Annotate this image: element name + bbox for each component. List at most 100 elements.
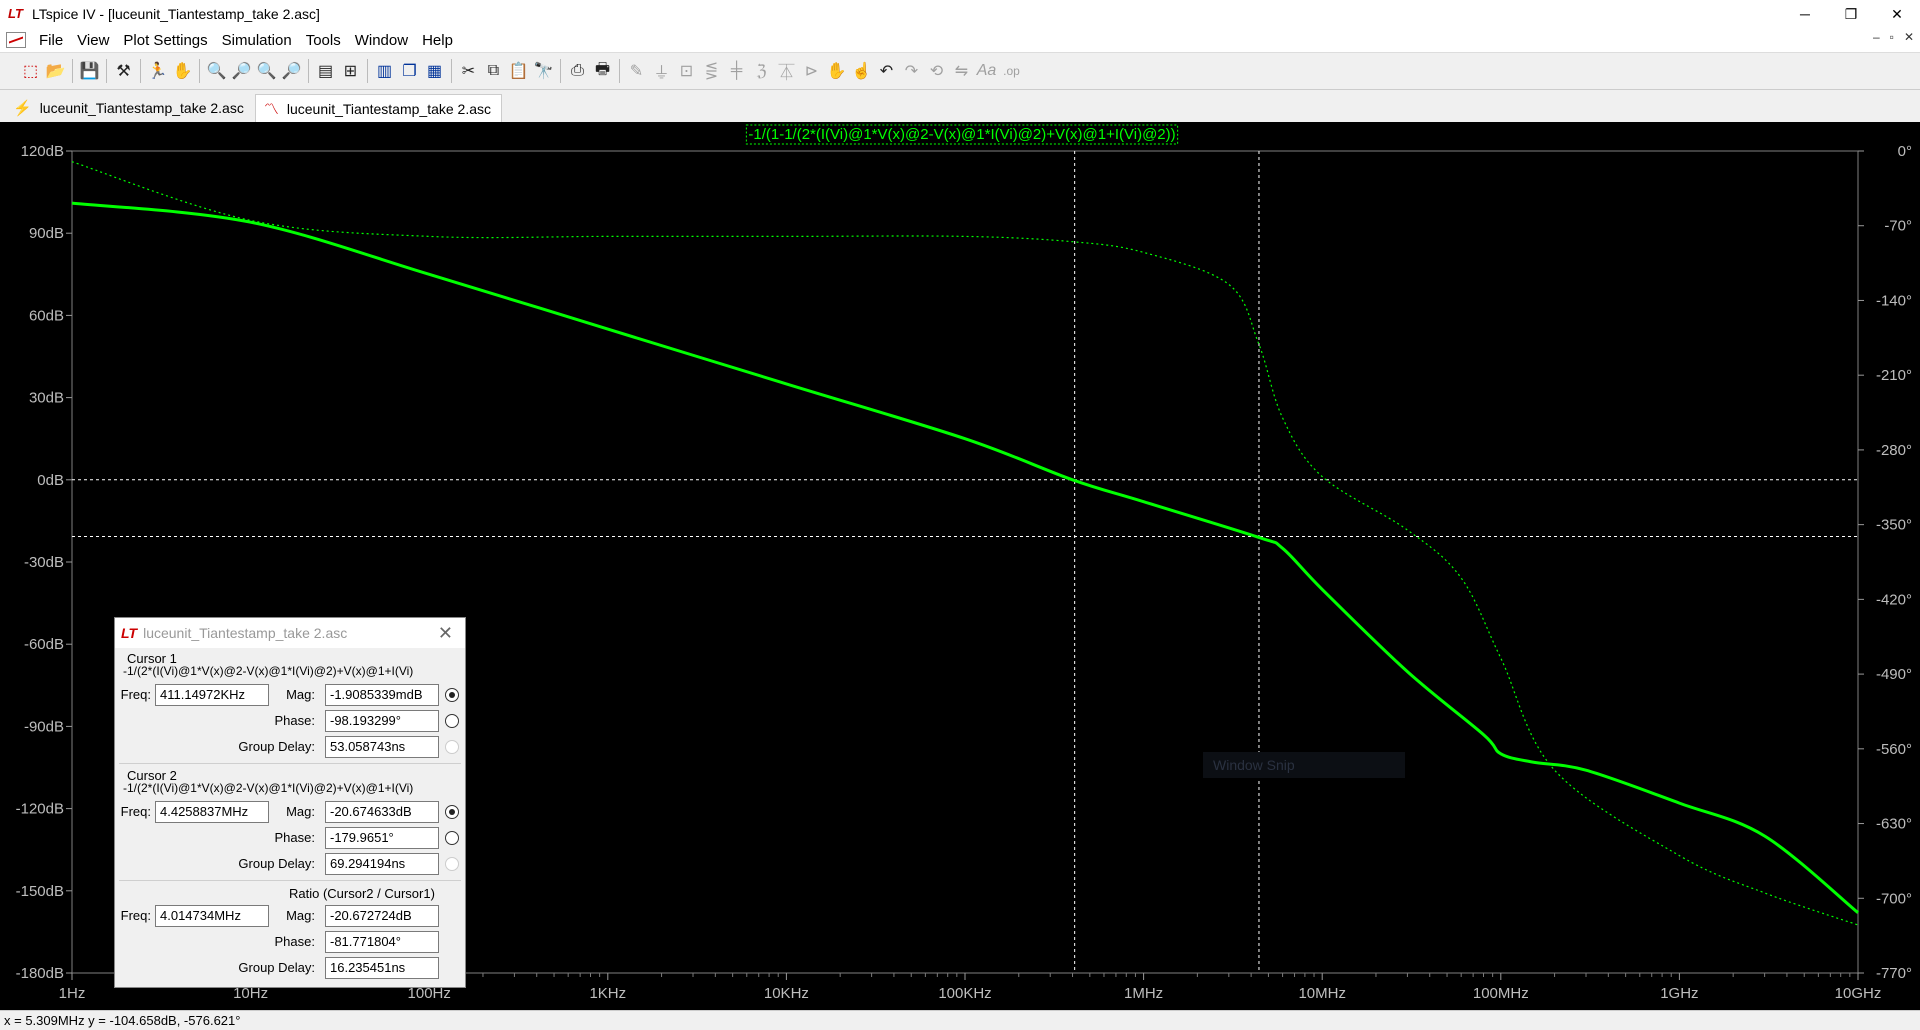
left-axis-tick-label: 60dB [29, 307, 64, 324]
ratio-gd-field[interactable]: 16.235451ns [325, 957, 439, 979]
cursor-window-titlebar[interactable]: LT luceunit_Tiantestamp_take 2.asc [115, 618, 465, 648]
menu-file[interactable]: File [32, 32, 70, 49]
mark-unreferenced-icon[interactable]: ⊞ [338, 59, 363, 84]
label-net-icon[interactable]: ⊡ [674, 59, 699, 84]
diode-icon[interactable]: ⏄ [774, 59, 799, 84]
close-icon[interactable]: ✕ [438, 623, 453, 644]
component-icon[interactable]: ⊳ [799, 59, 824, 84]
toolbar: ⬚ 📂 💾 ⚒ 🏃 ✋ 🔍 🔎 🔍 🔎 ▤ ⊞ ▥ ❐ ▦ ✂ ⧉ 📋 🔭 ⎙ … [0, 52, 1920, 90]
new-schematic-icon[interactable]: ⬚ [18, 59, 43, 84]
tab-waveform[interactable]: 〽 luceunit_Tiantestamp_take 2.asc [254, 94, 503, 122]
cursor2-freq-label: Freq: [120, 804, 151, 819]
left-axis-tick-label: -60dB [24, 636, 64, 653]
ground-icon[interactable]: ⏚ [649, 59, 674, 84]
trace-label[interactable]: -1/(1-1/(2*(I(Vi)@1*V(x)@2-V(x)@1*I(Vi)@… [748, 126, 1175, 143]
maximize-button[interactable]: ❐ [1828, 0, 1874, 28]
open-icon[interactable]: 📂 [43, 59, 68, 84]
menu-tools[interactable]: Tools [299, 32, 348, 49]
left-axis-tick-label: -180dB [16, 965, 64, 982]
cursor2-freq-field[interactable]: 4.4258837MHz [155, 801, 269, 823]
draw-wire-icon[interactable]: ✎ [624, 59, 649, 84]
ratio-phase-field[interactable]: -81.771804° [325, 931, 439, 953]
left-axis-tick-label: 90dB [29, 225, 64, 242]
cursor2-mag-field[interactable]: -20.674633dB [325, 801, 439, 823]
tile-horizontal-icon[interactable]: ▥ [372, 59, 397, 84]
find-icon[interactable]: 🔭 [531, 59, 556, 84]
mirror-icon[interactable]: ⇋ [949, 59, 974, 84]
left-axis-tick-label: -30dB [24, 554, 64, 571]
tab-label: luceunit_Tiantestamp_take 2.asc [286, 100, 492, 117]
cursor1-gd-field[interactable]: 53.058743ns [325, 736, 439, 758]
control-panel-icon[interactable]: ⚒ [111, 59, 136, 84]
cursor1-mag-radio[interactable] [445, 688, 459, 702]
ratio-mag-field[interactable]: -20.672724dB [325, 905, 439, 927]
x-axis-tick-label: 100KHz [938, 985, 991, 1002]
cursor1-freq-field[interactable]: 411.14972KHz [155, 684, 269, 706]
halt-icon[interactable]: ✋ [170, 59, 195, 84]
menu-help[interactable]: Help [415, 32, 460, 49]
menu-view[interactable]: View [70, 32, 116, 49]
move-icon[interactable]: ✋ [824, 59, 849, 84]
paste-icon[interactable]: 📋 [506, 59, 531, 84]
autorange-icon[interactable]: ▤ [313, 59, 338, 84]
cursor-window: LT luceunit_Tiantestamp_take 2.asc ✕ Cur… [114, 617, 466, 988]
capacitor-icon[interactable]: ╪ [724, 59, 749, 84]
menu-plot-settings[interactable]: Plot Settings [116, 32, 214, 49]
zoom-out-icon[interactable]: 🔍 [254, 59, 279, 84]
cursor1-mag-field[interactable]: -1.9085339mdB [325, 684, 439, 706]
rotate-icon[interactable]: ⟲ [924, 59, 949, 84]
print-preview-icon[interactable]: ⎙ [565, 59, 590, 84]
undo-icon[interactable]: ↶ [874, 59, 899, 84]
print-icon[interactable]: 🖶 [590, 59, 615, 84]
left-axis-tick-label: -90dB [24, 718, 64, 735]
right-axis-tick-label: 0° [1898, 143, 1912, 160]
right-axis-tick-label: -560° [1876, 741, 1912, 758]
divider [119, 880, 461, 881]
cursor1-mag-label: Mag: [286, 687, 315, 702]
run-icon[interactable]: 🏃 [145, 59, 170, 84]
copy-icon[interactable]: ⧉ [481, 59, 506, 84]
tab-schematic[interactable]: ⚡ luceunit_Tiantestamp_take 2.asc [4, 94, 255, 122]
close-button[interactable]: ✕ [1874, 0, 1920, 28]
waveform-icon: 〽 [263, 101, 279, 118]
cursor1-phase-field[interactable]: -98.193299° [325, 710, 439, 732]
cursor1-gd-radio[interactable] [445, 740, 459, 754]
right-axis-tick-label: -700° [1876, 890, 1912, 907]
right-axis-tick-label: -770° [1876, 965, 1912, 982]
drag-icon[interactable]: ☝ [849, 59, 874, 84]
right-axis-tick-label: -70° [1884, 218, 1912, 235]
text-icon[interactable]: Aa [974, 59, 999, 84]
pan-icon[interactable]: 🔎 [229, 59, 254, 84]
ratio-freq-field[interactable]: 4.014734MHz [155, 905, 269, 927]
cursor2-phase-radio[interactable] [445, 831, 459, 845]
cursor2-phase-field[interactable]: -179.9651° [325, 827, 439, 849]
inductor-icon[interactable]: ℨ [749, 59, 774, 84]
spice-directive-icon[interactable]: .op [999, 59, 1024, 84]
snip-label: Window Snip [1213, 757, 1295, 773]
waveform-window-icon[interactable] [6, 32, 26, 48]
mdi-restore-button[interactable]: ▫ [1890, 30, 1894, 44]
resistor-icon[interactable]: ⋚ [699, 59, 724, 84]
redo-icon[interactable]: ↷ [899, 59, 924, 84]
zoom-area-icon[interactable]: 🔍 [204, 59, 229, 84]
cut-icon[interactable]: ✂ [456, 59, 481, 84]
cursor2-mag-label: Mag: [286, 804, 315, 819]
cursor1-phase-radio[interactable] [445, 714, 459, 728]
left-axis-tick-label: 30dB [29, 390, 64, 407]
save-icon[interactable]: 💾 [77, 59, 102, 84]
cascade-icon[interactable]: ❐ [397, 59, 422, 84]
tile-vertical-icon[interactable]: ▦ [422, 59, 447, 84]
cursor2-gd-field[interactable]: 69.294194ns [325, 853, 439, 875]
menu-window[interactable]: Window [348, 32, 415, 49]
ltspice-logo-icon: LT [8, 6, 23, 21]
minimize-button[interactable]: ─ [1782, 0, 1828, 28]
zoom-full-icon[interactable]: 🔎 [279, 59, 304, 84]
ratio-label: Ratio (Cursor2 / Cursor1) [289, 886, 435, 901]
cursor2-mag-radio[interactable] [445, 805, 459, 819]
mdi-close-button[interactable]: ✕ [1904, 30, 1914, 44]
menu-simulation[interactable]: Simulation [215, 32, 299, 49]
cursor2-gd-radio[interactable] [445, 857, 459, 871]
mdi-minimize-button[interactable]: – [1873, 30, 1880, 44]
toolbar-divider [367, 59, 368, 83]
toolbar-divider [560, 59, 561, 83]
